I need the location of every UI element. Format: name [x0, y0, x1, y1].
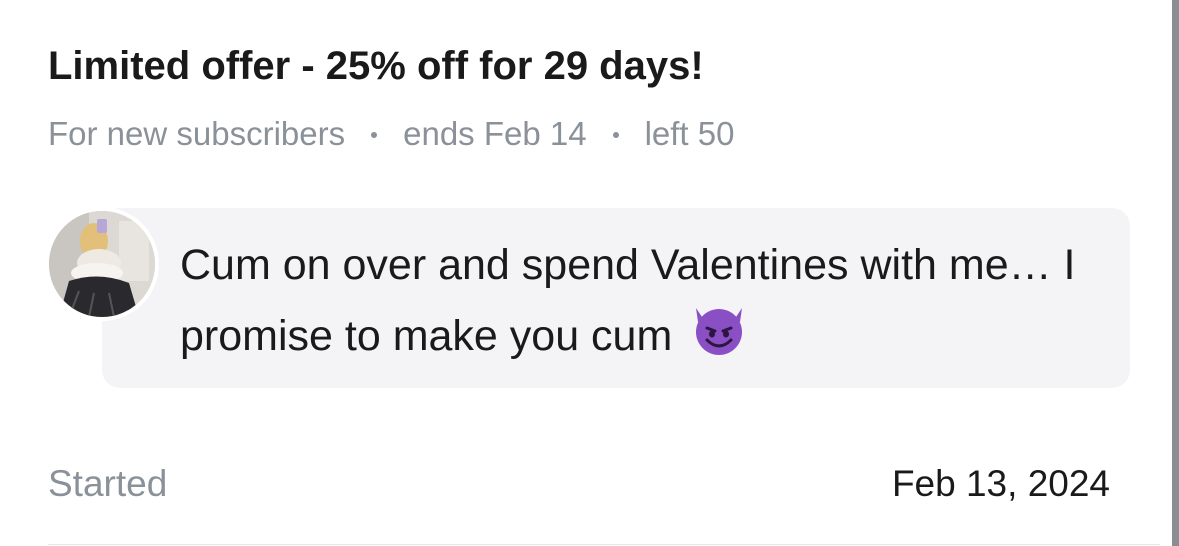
offer-card: Limited offer - 25% off for 29 days! For…	[0, 0, 1160, 546]
message-text: Cum on over and spend Valentines with me…	[180, 230, 1080, 371]
avatar-photo	[49, 211, 155, 317]
offer-left: left 50	[644, 115, 735, 152]
offer-title: Limited offer - 25% off for 29 days!	[48, 44, 704, 88]
avatar[interactable]	[45, 207, 159, 321]
offer-meta: For new subscribers ends Feb 14 left 50	[48, 114, 734, 154]
offer-audience: For new subscribers	[48, 115, 346, 152]
smiling-face-with-horns-icon	[690, 300, 748, 358]
separator-dot	[371, 132, 378, 138]
divider	[48, 544, 1160, 545]
offer-ends: ends Feb 14	[403, 115, 587, 152]
started-label: Started	[48, 463, 168, 504]
avatar-image	[49, 211, 155, 317]
started-date: Feb 13, 2024	[891, 463, 1110, 504]
scrollbar-edge	[1172, 0, 1179, 546]
message-body: Cum on over and spend Valentines with me…	[180, 241, 1076, 360]
separator-dot	[612, 132, 619, 138]
